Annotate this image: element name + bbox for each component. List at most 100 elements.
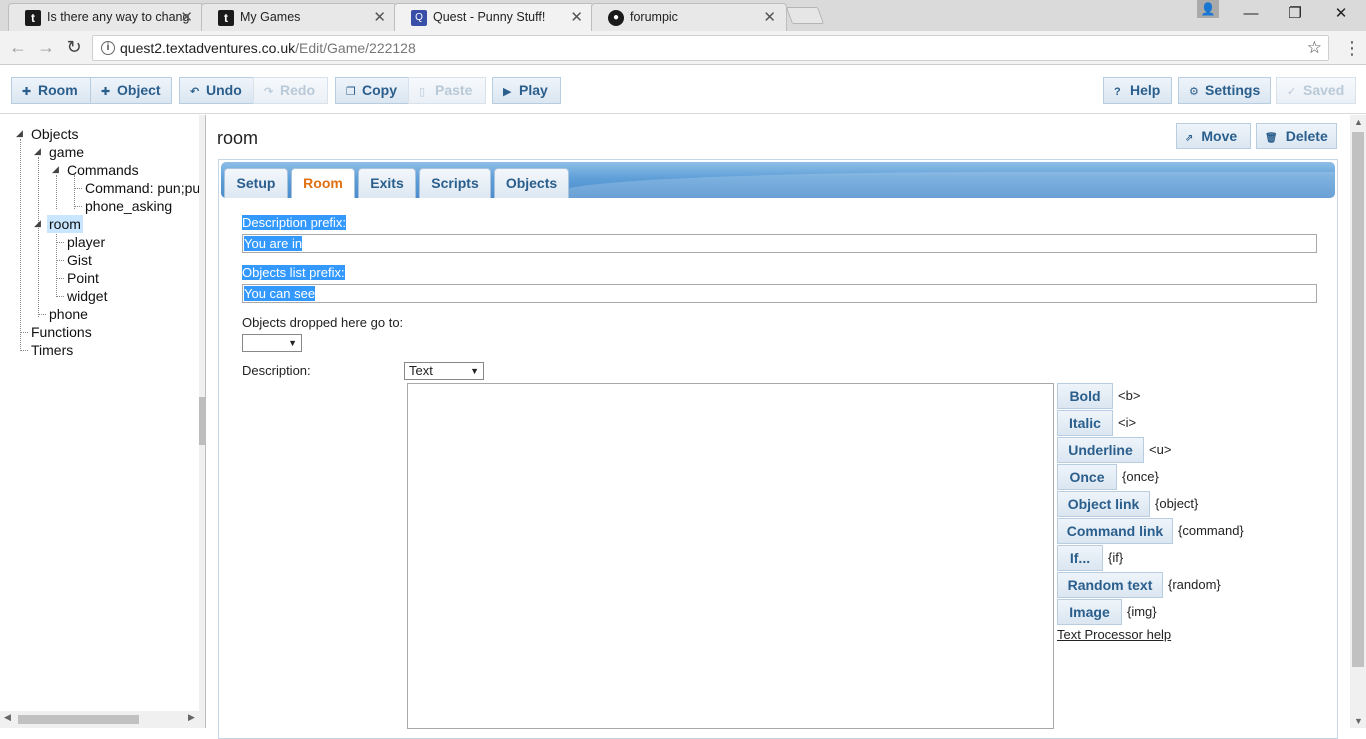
collapse-toggle-icon[interactable]: ◢ [34, 146, 41, 157]
random-text-button[interactable]: Random text [1057, 572, 1163, 598]
objects-list-prefix-input[interactable]: You can see [242, 284, 1317, 303]
underline-tag: <u> [1149, 442, 1172, 457]
object-link-button[interactable]: Object link [1057, 491, 1150, 517]
tree-item-objects[interactable]: Objects [31, 125, 78, 143]
undo-button[interactable]: ↶ Undo [179, 77, 254, 104]
text-processor-help-link[interactable]: Text Processor help [1057, 627, 1171, 642]
redo-button[interactable]: ↷ Redo [253, 77, 328, 104]
command-link-button[interactable]: Command link [1057, 518, 1173, 544]
tab-scripts[interactable]: Scripts [419, 168, 491, 198]
image-button[interactable]: Image [1057, 599, 1122, 625]
tree-item-timers[interactable]: Timers [31, 341, 73, 359]
collapse-toggle-icon[interactable]: ◢ [16, 128, 23, 139]
objects-list-prefix-label: Objects list prefix: [242, 265, 345, 280]
tree-item-phone[interactable]: phone [49, 305, 88, 323]
close-icon[interactable]: ✕ [763, 4, 776, 31]
button-label: Play [519, 82, 548, 98]
button-label: Room [38, 82, 78, 98]
url-bar[interactable]: i quest2.textadventures.co.uk/Edit/Game/… [92, 35, 1329, 61]
trash-icon: 🗑 [1265, 133, 1278, 144]
italic-button[interactable]: Italic [1057, 410, 1113, 436]
scroll-up-icon[interactable]: ▲ [1354, 117, 1363, 127]
browser-tab[interactable]: ● forumpic ✕ [591, 3, 787, 31]
add-object-button[interactable]: ✚ Object [90, 77, 172, 104]
forward-icon[interactable]: → [35, 36, 57, 58]
browser-tab-active[interactable]: Q Quest - Punny Stuff! ✕ [394, 3, 594, 31]
browser-tab[interactable]: t Is there any way to chang ✕ [8, 3, 204, 31]
tumblr-t-icon: t [25, 10, 41, 26]
tree-item-functions[interactable]: Functions [31, 323, 92, 341]
description-textarea[interactable] [407, 383, 1054, 729]
back-icon[interactable]: ← [7, 36, 29, 58]
tab-exits[interactable]: Exits [358, 168, 416, 198]
underline-button[interactable]: Underline [1057, 437, 1144, 463]
tree-horizontal-scrollbar[interactable]: ◀ ▶ [0, 711, 199, 728]
button-label: Paste [435, 82, 473, 98]
close-icon[interactable]: ✕ [570, 4, 583, 31]
restore-icon[interactable]: ❐ [1272, 0, 1318, 28]
scrollbar-thumb[interactable] [1352, 132, 1364, 667]
description-type-select[interactable]: Text ▼ [404, 362, 484, 380]
tree-item-gist[interactable]: Gist [67, 251, 92, 269]
settings-button[interactable]: ⚙ Settings [1178, 77, 1271, 104]
delete-button[interactable]: 🗑 Delete [1256, 123, 1337, 149]
saved-button[interactable]: ✓ Saved [1276, 77, 1356, 104]
tab-setup[interactable]: Setup [224, 168, 288, 198]
page-title: room [217, 128, 259, 148]
tree-item-command-pun[interactable]: Command: pun;pun [85, 179, 205, 197]
scroll-down-icon[interactable]: ▼ [1354, 716, 1363, 726]
url-text[interactable]: quest2.textadventures.co.uk/Edit/Game/22… [120, 36, 416, 60]
reload-icon[interactable]: ↻ [63, 36, 85, 58]
page-vertical-scrollbar[interactable]: ▲ ▼ [1350, 115, 1366, 728]
new-tab-button[interactable] [785, 7, 825, 24]
bookmark-star-icon[interactable]: ☆ [1307, 36, 1322, 60]
description-prefix-input[interactable]: You are in [242, 234, 1317, 253]
info-icon[interactable]: i [101, 41, 115, 55]
objects-dropped-select[interactable]: ▼ [242, 334, 302, 352]
button-label: Move [1201, 128, 1238, 144]
help-button[interactable]: ? Help [1103, 77, 1172, 104]
scrollbar-thumb[interactable] [18, 715, 139, 724]
browser-tab[interactable]: t My Games ✕ [201, 3, 397, 31]
tree-line [74, 188, 82, 189]
add-room-button[interactable]: ✚ Room [11, 77, 91, 104]
tree-item-game[interactable]: game [49, 143, 84, 161]
collapse-toggle-icon[interactable]: ◢ [34, 218, 41, 229]
browser-tab-strip: t Is there any way to chang ✕ t My Games… [0, 0, 1366, 31]
description-label: Description: [242, 363, 311, 378]
profile-icon[interactable]: 👤 [1197, 0, 1219, 18]
tree-item-point[interactable]: Point [67, 269, 99, 287]
tab-objects[interactable]: Objects [494, 168, 569, 198]
window-close-icon[interactable]: ✕ [1318, 0, 1364, 28]
paste-button[interactable]: ▯ Paste [408, 77, 486, 104]
copy-icon: ❐ [346, 86, 356, 98]
play-button[interactable]: ▶ Play [492, 77, 561, 104]
browser-menu-icon[interactable]: ⋮ [1343, 37, 1361, 59]
quest-icon: Q [411, 10, 427, 26]
command-link-tag: {command} [1178, 523, 1244, 538]
tree-item-widget[interactable]: widget [67, 287, 107, 305]
tree-line [56, 175, 57, 209]
close-icon[interactable]: ✕ [373, 4, 386, 31]
tree-item-commands[interactable]: Commands [67, 161, 139, 179]
tree-vertical-scrollbar[interactable] [199, 115, 205, 728]
scroll-right-icon[interactable]: ▶ [188, 712, 195, 723]
tab-room[interactable]: Room [291, 168, 355, 198]
if-button[interactable]: If... [1057, 545, 1103, 571]
close-icon[interactable]: ✕ [180, 4, 193, 31]
input-value: You are in [244, 236, 303, 251]
tree-line [74, 206, 82, 207]
bold-button[interactable]: Bold [1057, 383, 1113, 409]
plus-icon: ✚ [22, 86, 32, 98]
tree-item-phone-asking[interactable]: phone_asking [85, 197, 172, 215]
tree-item-room[interactable]: room [47, 215, 83, 233]
tree-item-player[interactable]: player [67, 233, 105, 251]
select-value: Text [409, 363, 433, 378]
once-button[interactable]: Once [1057, 464, 1117, 490]
move-button[interactable]: ⇗ Move [1176, 123, 1251, 149]
scroll-left-icon[interactable]: ◀ [4, 712, 11, 723]
collapse-toggle-icon[interactable]: ◢ [52, 164, 59, 175]
copy-button[interactable]: ❐ Copy [335, 77, 409, 104]
minimize-icon[interactable]: — [1228, 0, 1274, 28]
scrollbar-thumb[interactable] [199, 397, 205, 445]
